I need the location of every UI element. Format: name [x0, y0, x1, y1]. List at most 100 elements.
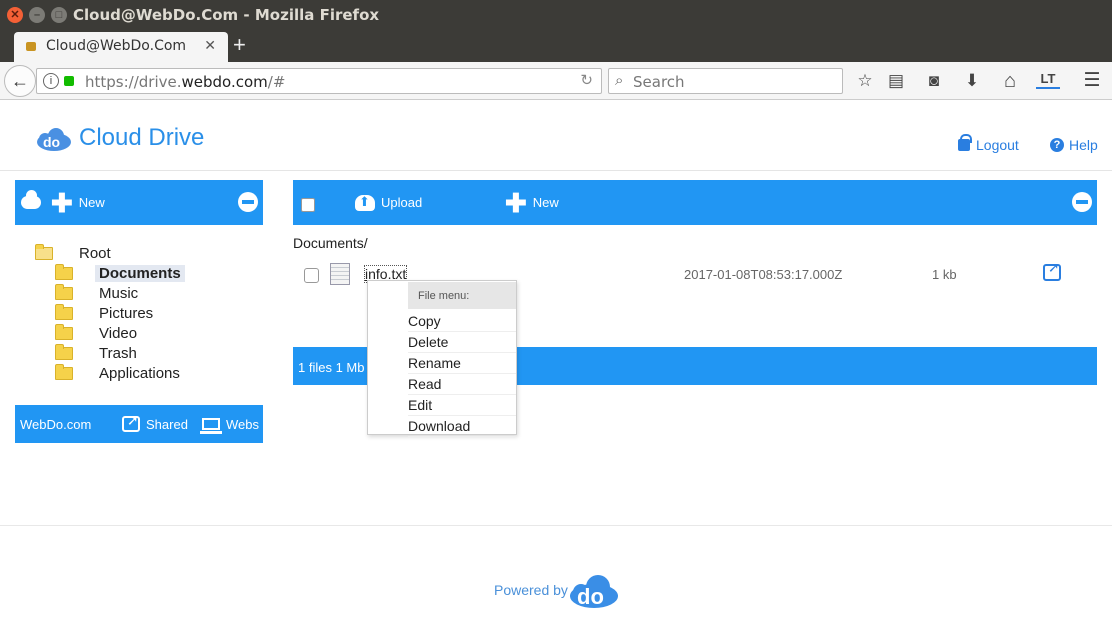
- folder-item-video[interactable]: Video: [55, 324, 141, 342]
- download-icon[interactable]: ⬇: [960, 69, 984, 93]
- webdo-link[interactable]: WebDo.com: [20, 405, 91, 443]
- breadcrumb[interactable]: Documents/: [293, 235, 368, 251]
- web-icon: [200, 418, 222, 434]
- brand-title[interactable]: Cloud Drive: [79, 124, 204, 152]
- tab-close-icon[interactable]: ✕: [204, 37, 216, 54]
- star-icon[interactable]: ☆: [853, 69, 877, 93]
- cloud-button[interactable]: [21, 180, 41, 225]
- folder-icon: [55, 284, 73, 300]
- help-label: Help: [1069, 137, 1098, 153]
- upload-button[interactable]: Upload: [355, 180, 422, 225]
- webs-button[interactable]: Webs: [200, 405, 259, 443]
- new-tab-button[interactable]: +: [233, 32, 246, 58]
- window-minimize-button[interactable]: –: [29, 7, 45, 23]
- plus-icon: ✚: [51, 187, 73, 218]
- footer-divider: [0, 525, 1112, 526]
- tab-title: Cloud@WebDo.Com: [46, 38, 187, 54]
- folder-item-documents[interactable]: Documents: [55, 264, 185, 282]
- new-file-button[interactable]: ✚ New: [505, 180, 559, 225]
- plus-icon: ✚: [505, 187, 527, 218]
- upload-label: Upload: [381, 195, 423, 210]
- folder-icon: [55, 264, 73, 280]
- tab-strip: Cloud@WebDo.Com ✕ +: [0, 30, 1112, 62]
- folder-icon: [55, 364, 73, 380]
- window-title: Cloud@WebDo.Com - Mozilla Firefox: [73, 6, 380, 24]
- search-icon: ⌕: [615, 72, 624, 89]
- help-icon: ?: [1050, 138, 1064, 152]
- url-bar[interactable]: i https://drive.webdo.com/# ↻: [36, 68, 602, 94]
- pocket-icon[interactable]: ◙: [922, 69, 946, 93]
- app-header: do Cloud Drive Logout ? Help: [0, 100, 1112, 171]
- folder-item-pictures[interactable]: Pictures: [55, 304, 157, 322]
- folder-toolbar: ✚ New: [15, 180, 263, 225]
- page-content: do Cloud Drive Logout ? Help ✚ New Root D…: [0, 100, 1112, 624]
- select-all-checkbox[interactable]: [301, 198, 315, 212]
- folder-item-trash[interactable]: Trash: [55, 344, 141, 362]
- share-icon: [122, 412, 140, 432]
- reading-list-icon[interactable]: ▤: [884, 69, 908, 93]
- folder-label: Documents: [95, 265, 185, 282]
- shared-button[interactable]: Shared: [122, 405, 188, 443]
- folder-icon: [55, 304, 73, 320]
- lock-icon: [958, 134, 972, 151]
- webdo-logo-icon[interactable]: do: [569, 574, 619, 608]
- folder-label: Pictures: [99, 305, 154, 322]
- folder-icon: [55, 344, 73, 360]
- menu-item-rename[interactable]: Rename: [408, 353, 516, 374]
- menu-item-delete[interactable]: Delete: [408, 332, 516, 353]
- window-maximize-button[interactable]: □: [51, 7, 67, 23]
- reload-icon[interactable]: ↻: [580, 71, 593, 89]
- help-link[interactable]: ? Help: [1050, 137, 1098, 153]
- cloud-icon: [21, 190, 41, 209]
- site-info-icon[interactable]: i: [43, 73, 59, 89]
- search-bar[interactable]: ⌕: [608, 68, 843, 94]
- folder-icon: [55, 324, 73, 340]
- collapse-files-icon[interactable]: [1072, 192, 1092, 212]
- webs-label: Webs: [226, 416, 259, 432]
- file-context-menu: File menu: Copy Delete Rename Read Edit Downl…: [367, 280, 517, 437]
- new-folder-label: New: [78, 195, 105, 210]
- folder-label: Trash: [99, 345, 137, 362]
- file-checkbox[interactable]: [304, 268, 319, 283]
- logout-label: Logout: [976, 137, 1019, 153]
- folder-item-root[interactable]: Root: [35, 244, 115, 262]
- languagetool-icon[interactable]: LT: [1036, 69, 1060, 89]
- menu-item-copy[interactable]: Copy: [408, 311, 516, 332]
- menu-item-edit[interactable]: Edit: [408, 395, 516, 416]
- text-file-icon: [330, 263, 350, 285]
- logout-link[interactable]: Logout: [958, 134, 1019, 153]
- menu-item-read[interactable]: Read: [408, 374, 516, 395]
- folder-label: Root: [79, 245, 111, 262]
- powered-by-text: Powered by: [494, 582, 568, 598]
- window-close-button[interactable]: ✕: [7, 7, 23, 23]
- menu-item-download[interactable]: Download: [408, 416, 516, 437]
- svg-text:do: do: [43, 134, 60, 150]
- shared-label: Shared: [146, 416, 188, 432]
- share-file-icon[interactable]: [1043, 259, 1061, 281]
- folder-item-music[interactable]: Music: [55, 284, 142, 302]
- left-footer-bar: WebDo.com Shared Webs: [15, 405, 263, 443]
- menu-icon[interactable]: ☰: [1080, 69, 1104, 93]
- tab-favicon-icon: [26, 42, 36, 51]
- back-button[interactable]: ←: [4, 65, 36, 97]
- logo-text: do: [577, 584, 604, 608]
- window-titlebar: ✕ – □ Cloud@WebDo.Com - Mozilla Firefox: [0, 0, 1112, 30]
- folder-item-applications[interactable]: Applications: [55, 364, 184, 382]
- new-folder-button[interactable]: ✚ New: [51, 180, 105, 225]
- collapse-folders-icon[interactable]: [238, 192, 258, 212]
- upload-icon: [355, 194, 375, 211]
- url-text[interactable]: https://drive.webdo.com/#: [85, 73, 285, 91]
- secure-lock-icon: [64, 76, 74, 86]
- new-file-label: New: [532, 195, 559, 210]
- status-text: 1 files 1 Mb: [298, 360, 365, 375]
- file-toolbar: Upload ✚ New: [293, 180, 1097, 225]
- folder-open-icon: [35, 244, 53, 260]
- home-icon[interactable]: ⌂: [998, 69, 1022, 93]
- cloud-logo-icon: do: [37, 128, 71, 151]
- folder-label: Video: [99, 325, 138, 342]
- search-input[interactable]: [633, 72, 833, 91]
- file-date: 2017-01-08T08:53:17.000Z: [684, 267, 843, 282]
- context-menu-header: File menu:: [408, 282, 516, 309]
- browser-tab[interactable]: Cloud@WebDo.Com ✕: [14, 32, 228, 62]
- folder-label: Applications: [99, 365, 180, 382]
